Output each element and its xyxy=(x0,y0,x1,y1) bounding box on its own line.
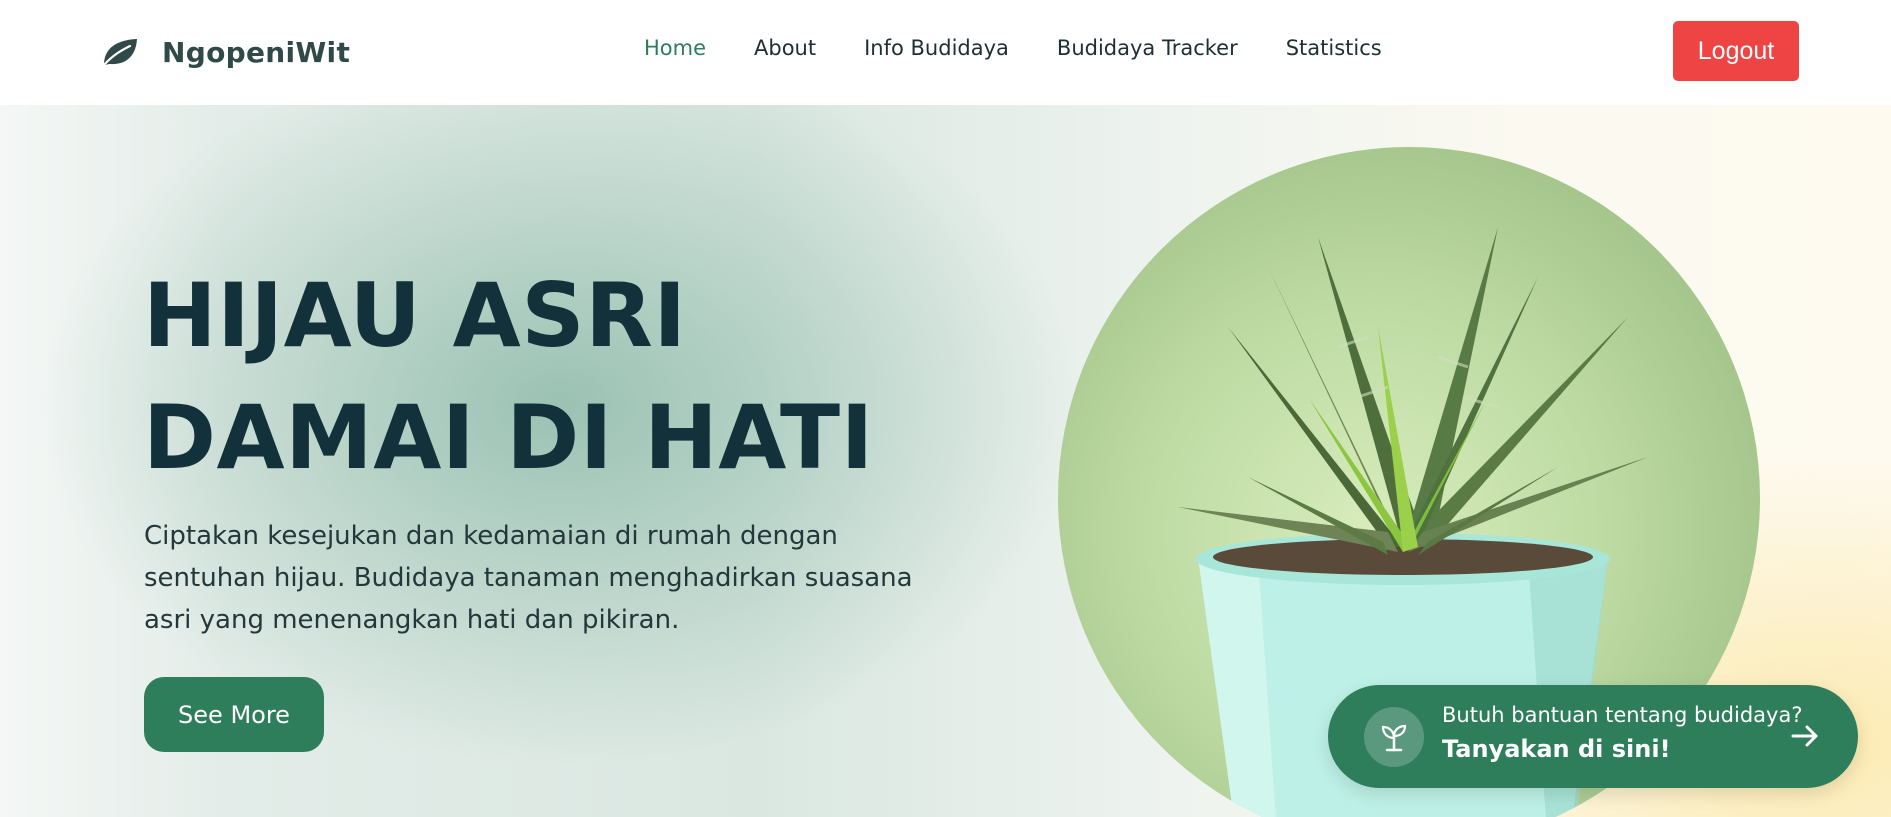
logout-button[interactable]: Logout xyxy=(1673,21,1799,81)
hero-title: HIJAU ASRI DAMAI DI HATI xyxy=(143,255,874,499)
help-chat-cta: Tanyakan di sini! xyxy=(1442,735,1671,763)
see-more-button[interactable]: See More xyxy=(144,677,324,752)
arrow-right-icon xyxy=(1788,719,1822,753)
nav-link-statistics[interactable]: Statistics xyxy=(1286,36,1382,60)
main-nav: Home About Info Budidaya Budidaya Tracke… xyxy=(644,36,1430,60)
navbar: NgopeniWit Home About Info Budidaya Budi… xyxy=(0,0,1891,105)
hero-description: Ciptakan kesejukan dan kedamaian di ruma… xyxy=(144,521,913,635)
hero-section: HIJAU ASRI DAMAI DI HATI Ciptakan keseju… xyxy=(0,105,1891,817)
nav-link-about[interactable]: About xyxy=(754,36,816,60)
nav-link-budidaya-tracker[interactable]: Budidaya Tracker xyxy=(1057,36,1238,60)
nav-link-home[interactable]: Home xyxy=(644,36,706,60)
brand-name: NgopeniWit xyxy=(162,35,351,69)
sprout-icon xyxy=(1364,707,1424,767)
leaf-icon xyxy=(100,36,140,68)
help-chat-prompt: Butuh bantuan tentang budidaya? xyxy=(1442,703,1803,727)
hero-title-line-1: HIJAU ASRI xyxy=(143,264,687,367)
nav-link-info-budidaya[interactable]: Info Budidaya xyxy=(864,36,1009,60)
hero-title-line-2: DAMAI DI HATI xyxy=(143,386,874,489)
help-chat-button[interactable]: Butuh bantuan tentang budidaya? Tanyakan… xyxy=(1328,685,1858,788)
brand[interactable]: NgopeniWit xyxy=(100,30,350,74)
